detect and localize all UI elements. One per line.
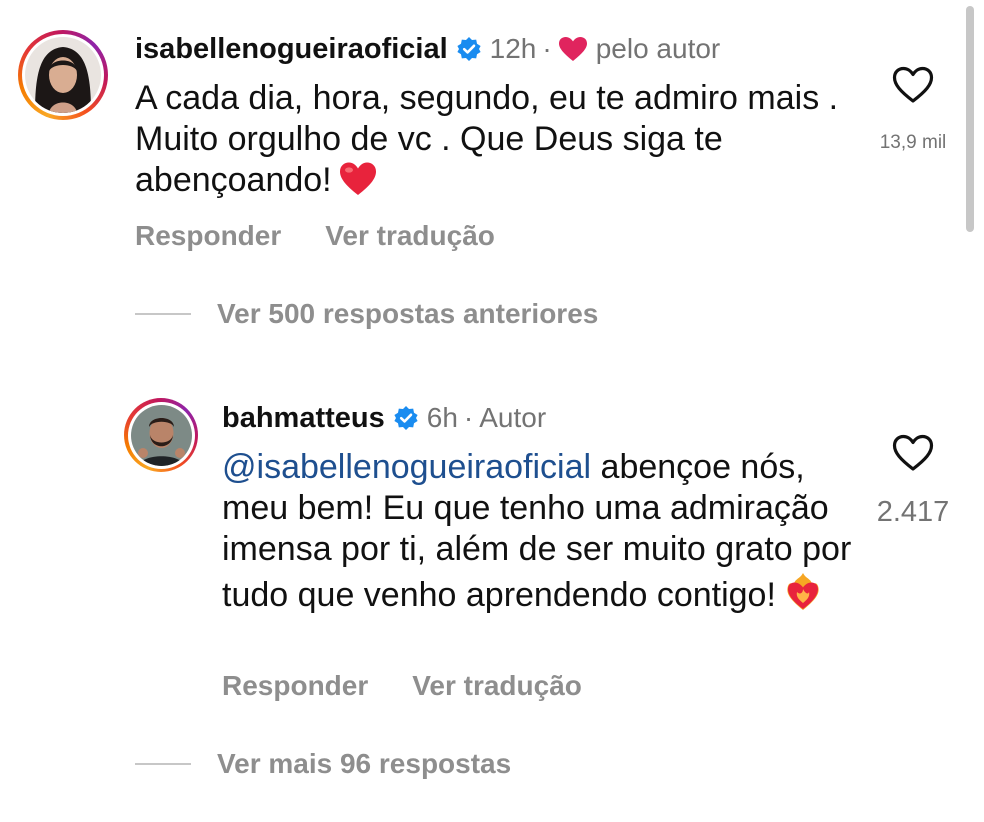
red-heart-emoji	[338, 161, 378, 207]
comment-actions: Responder Ver tradução	[135, 220, 539, 252]
view-more-replies[interactable]: Ver mais 96 respostas	[135, 748, 511, 780]
reply-like-count: 2.417	[876, 496, 950, 528]
mention-link[interactable]: @isabellenogueiraoficial	[222, 448, 591, 486]
replies-divider	[135, 763, 191, 765]
heart-outline-icon[interactable]	[892, 434, 934, 477]
comment-like-count: 13,9 mil	[879, 132, 947, 153]
heart-on-fire-emoji	[782, 570, 824, 622]
heart-filled-icon	[558, 36, 588, 62]
profile-photo	[130, 404, 192, 466]
author-badge: Autor	[479, 402, 547, 433]
comment-time: 12h	[489, 33, 537, 64]
liked-by-author-label: pelo autor	[595, 33, 721, 64]
heart-outline-icon[interactable]	[892, 66, 934, 109]
verified-badge-icon	[456, 36, 482, 62]
reply-button[interactable]: Responder	[222, 670, 368, 702]
comment-header: isabellenogueiraoficial 12h · pelo autor	[135, 31, 720, 67]
separator-dot: ·	[542, 33, 552, 64]
scrollbar[interactable]	[966, 6, 974, 232]
translate-button[interactable]: Ver tradução	[325, 220, 495, 252]
verified-badge-icon	[393, 405, 419, 431]
view-previous-replies[interactable]: Ver 500 respostas anteriores	[135, 298, 598, 330]
translate-button[interactable]: Ver tradução	[412, 670, 582, 702]
profile-photo	[25, 37, 101, 113]
reply-username[interactable]: bahmatteus	[222, 400, 385, 436]
reply-time: 6h	[426, 402, 458, 433]
view-previous-replies-label: Ver 500 respostas anteriores	[217, 298, 599, 329]
view-more-replies-label: Ver mais 96 respostas	[217, 748, 512, 779]
reply-header: bahmatteus 6h · Autor	[222, 400, 546, 436]
comment-text: A cada dia, hora, segundo, eu te admiro …	[135, 79, 839, 199]
reply-button[interactable]: Responder	[135, 220, 281, 252]
replies-divider	[135, 313, 191, 315]
separator-dot: ·	[463, 402, 474, 433]
avatar-bahmatteus[interactable]	[124, 398, 198, 472]
reply-actions: Responder Ver tradução	[222, 670, 626, 702]
avatar-isabellenogueiraoficial[interactable]	[18, 30, 108, 120]
comment-username[interactable]: isabellenogueiraoficial	[135, 31, 448, 67]
reply-text-block: @isabellenogueiraoficial abençoe nós, me…	[222, 447, 862, 622]
comment-text-block: A cada dia, hora, segundo, eu te admiro …	[135, 78, 845, 207]
